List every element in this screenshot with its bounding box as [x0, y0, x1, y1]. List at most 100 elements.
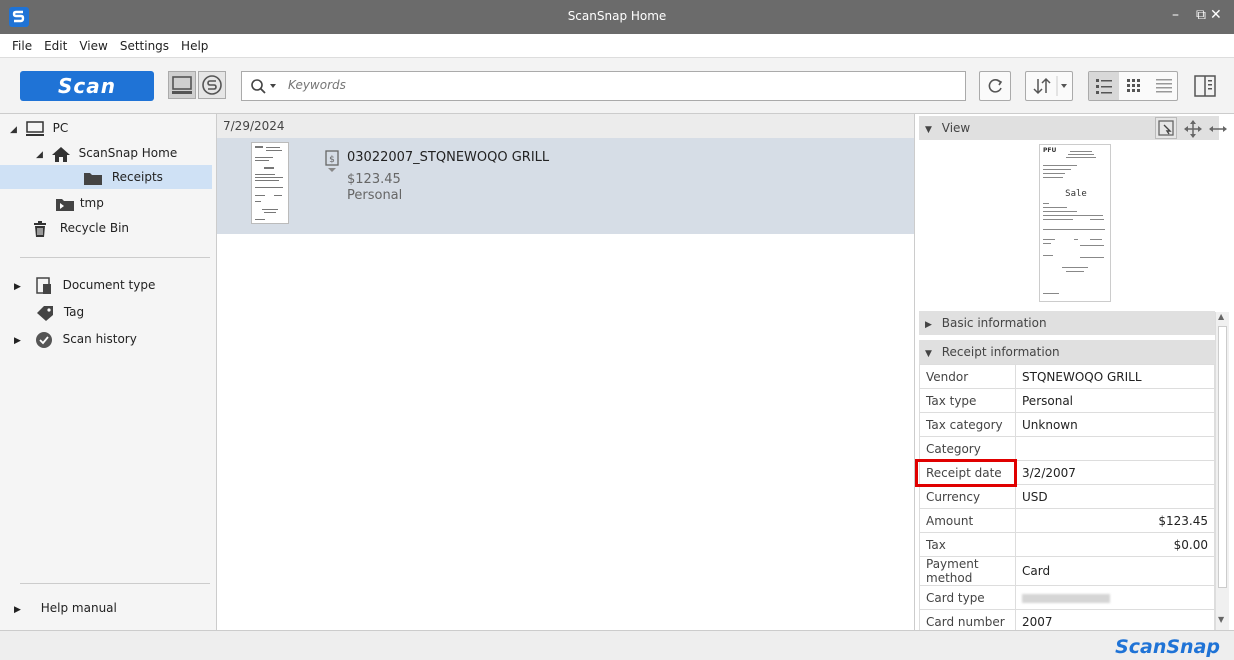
- search-bar[interactable]: [241, 71, 966, 101]
- help-manual-link[interactable]: ▶ Help manual: [14, 596, 210, 620]
- computer-icon: [25, 120, 44, 136]
- minimize-button[interactable]: –: [1172, 7, 1179, 23]
- divider: [20, 583, 210, 584]
- tree-label-scansnap-home: ScanSnap Home: [78, 146, 178, 160]
- folder-tree-pane: ◢ PC ◢ ScanSnap Home Receipts tmp Recycl…: [0, 114, 217, 630]
- sort-button[interactable]: [1025, 71, 1073, 101]
- tree-item-tmp[interactable]: tmp: [56, 191, 206, 215]
- field-value-card-type[interactable]: [1015, 585, 1215, 610]
- receipt-info-label: Receipt information: [941, 345, 1060, 359]
- receipt-preview-lines: [1043, 151, 1105, 294]
- field-value-tax-type[interactable]: Personal: [1015, 388, 1215, 413]
- tree-item-recycle-bin[interactable]: Recycle Bin: [32, 216, 202, 240]
- table-row[interactable]: Tax category Unknown: [919, 412, 1215, 437]
- refresh-icon: [988, 79, 1003, 93]
- menu-edit[interactable]: Edit: [44, 39, 67, 53]
- scan-button[interactable]: Scan: [20, 71, 154, 101]
- scroll-thumb[interactable]: [1218, 326, 1227, 588]
- refresh-button[interactable]: [979, 71, 1011, 101]
- tree-label-receipts: Receipts: [111, 170, 163, 184]
- receipt-thumbnail[interactable]: [251, 142, 289, 224]
- panel-layout-icon[interactable]: [1192, 73, 1218, 99]
- list-view-icon[interactable]: [1089, 72, 1119, 100]
- document-list-pane: 7/29/2024 $ 03022007_STQNEWOQO GRILL $12…: [217, 114, 914, 630]
- table-row[interactable]: Amount $123.45: [919, 508, 1215, 533]
- table-row[interactable]: Category: [919, 436, 1215, 461]
- search-input[interactable]: [286, 77, 886, 93]
- field-label: Tax type: [919, 388, 1016, 413]
- document-row[interactable]: $ 03022007_STQNEWOQO GRILL $123.45 Perso…: [217, 138, 914, 234]
- field-label: Currency: [919, 484, 1016, 509]
- field-value-currency[interactable]: USD: [1015, 484, 1215, 509]
- field-value-tax-category[interactable]: Unknown: [1015, 412, 1215, 437]
- table-row[interactable]: Tax $0.00: [919, 532, 1215, 557]
- menu-file[interactable]: File: [12, 39, 32, 53]
- field-label: Category: [919, 436, 1016, 461]
- filter-scan-history[interactable]: ▶ Scan history: [14, 327, 210, 351]
- crop-tool-icon[interactable]: [1155, 117, 1177, 139]
- menu-settings[interactable]: Settings: [120, 39, 169, 53]
- trash-icon: [34, 220, 46, 237]
- scansnap-logo: ScanSnap: [1115, 636, 1220, 658]
- receipt-info-table: Vendor STQNEWOQO GRILL Tax type Personal T…: [919, 364, 1215, 634]
- receipt-info-section-header[interactable]: ▼ Receipt information: [919, 340, 1215, 364]
- receipt-preview-image[interactable]: PFU Sale: [1039, 144, 1111, 302]
- folder-icon: [56, 198, 74, 211]
- cloud-mode-icon[interactable]: [198, 71, 226, 99]
- fit-width-icon[interactable]: [1207, 119, 1229, 139]
- table-row[interactable]: Vendor STQNEWOQO GRILL: [919, 364, 1215, 389]
- filter-document-type[interactable]: ▶ Document type: [14, 273, 210, 297]
- expand-arrow-icon[interactable]: ◢: [36, 150, 43, 160]
- restore-button[interactable]: ⧉: [1196, 7, 1206, 23]
- field-label: Tax category: [919, 412, 1016, 437]
- tree-label-tmp: tmp: [79, 196, 104, 210]
- toolbar: Scan: [0, 58, 1234, 114]
- field-value-receipt-date[interactable]: 3/2/2007: [1015, 460, 1215, 485]
- grid-view-icon[interactable]: [1119, 72, 1149, 100]
- svg-text:$: $: [329, 155, 335, 165]
- details-scrollbar[interactable]: ▲ ▼: [1215, 312, 1229, 630]
- check-circle-icon: [35, 331, 52, 348]
- tag-icon: [37, 305, 53, 321]
- folder-icon: [84, 172, 102, 185]
- table-row[interactable]: Card type: [919, 585, 1215, 610]
- expand-arrow-icon[interactable]: ▶: [925, 320, 932, 330]
- field-value-amount[interactable]: $123.45: [1015, 508, 1215, 533]
- field-label: Payment method: [919, 556, 1016, 586]
- tree-item-pc[interactable]: ◢ PC: [10, 116, 210, 140]
- field-value-vendor[interactable]: STQNEWOQO GRILL: [1015, 364, 1215, 389]
- collapse-arrow-icon[interactable]: ▼: [925, 125, 932, 135]
- table-row[interactable]: Tax type Personal: [919, 388, 1215, 413]
- divider: [20, 257, 210, 258]
- table-row[interactable]: Currency USD: [919, 484, 1215, 509]
- basic-info-label: Basic information: [941, 316, 1047, 330]
- expand-arrow-icon[interactable]: ▶: [14, 282, 21, 292]
- expand-arrow-icon[interactable]: ▶: [14, 605, 21, 615]
- field-value-tax[interactable]: $0.00: [1015, 532, 1215, 557]
- menu-view[interactable]: View: [79, 39, 107, 53]
- search-icon[interactable]: [250, 78, 280, 96]
- expand-arrow-icon[interactable]: ▶: [14, 336, 21, 346]
- expand-arrow-icon[interactable]: ◢: [10, 125, 17, 135]
- collapse-arrow-icon[interactable]: ▼: [925, 349, 932, 359]
- sort-icon: [1033, 76, 1067, 96]
- filter-tag[interactable]: Tag: [36, 300, 206, 324]
- detail-view-icon[interactable]: [1149, 72, 1179, 100]
- receipt-type-icon: $: [325, 150, 339, 172]
- field-label: Tax: [919, 532, 1016, 557]
- close-button[interactable]: ✕: [1210, 7, 1222, 23]
- menu-help[interactable]: Help: [181, 39, 208, 53]
- table-row[interactable]: Payment method Card: [919, 556, 1215, 586]
- scroll-down-arrow-icon[interactable]: ▼: [1218, 615, 1224, 624]
- scroll-up-arrow-icon[interactable]: ▲: [1218, 312, 1224, 321]
- field-value-category[interactable]: [1015, 436, 1215, 461]
- basic-info-section-header[interactable]: ▶ Basic information: [919, 311, 1215, 335]
- document-name: 03022007_STQNEWOQO GRILL: [347, 150, 550, 165]
- field-value-payment-method[interactable]: Card: [1015, 556, 1215, 586]
- tree-label-recycle-bin: Recycle Bin: [59, 221, 130, 235]
- move-tool-icon[interactable]: [1183, 119, 1203, 139]
- tree-item-scansnap-home[interactable]: ◢ ScanSnap Home: [36, 141, 211, 165]
- pc-mode-icon[interactable]: [168, 71, 196, 99]
- document-tax-type: Personal: [347, 188, 403, 203]
- tree-item-receipts[interactable]: Receipts: [0, 165, 212, 189]
